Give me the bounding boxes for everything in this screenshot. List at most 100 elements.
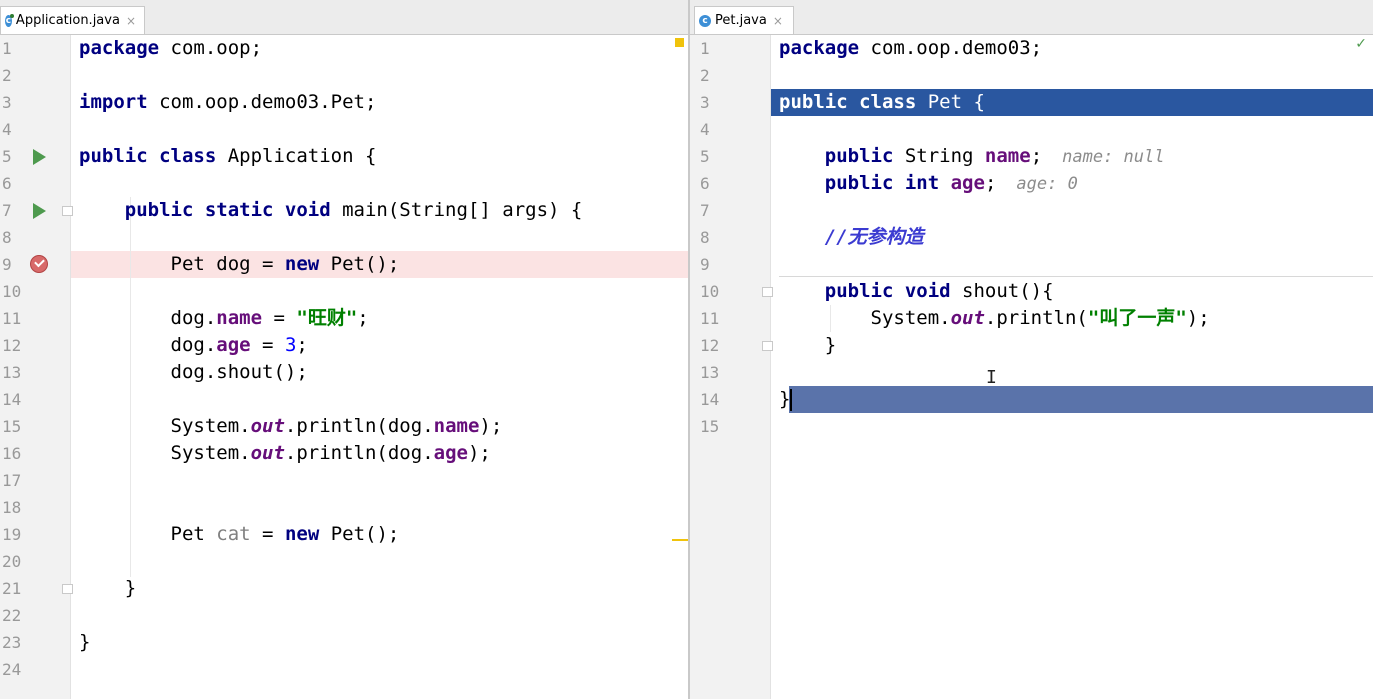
code-token: .println(dog.	[284, 415, 434, 437]
code-token: 3	[284, 334, 297, 356]
code-token: }	[79, 577, 137, 599]
fold-toggle-icon[interactable]	[762, 287, 773, 297]
selected-line-close-brace	[789, 386, 1373, 413]
code-line[interactable]: dog.shout();	[79, 359, 308, 386]
code-token: age	[216, 334, 251, 356]
line-number: 24	[2, 660, 22, 679]
line-number: 9	[700, 255, 710, 274]
code-token: age	[433, 442, 468, 464]
right-tab-bar: c Pet.java ×	[690, 0, 1373, 35]
code-line[interactable]: package com.oop;	[79, 35, 262, 62]
breakpoint-icon[interactable]	[30, 255, 48, 273]
line-number: 4	[2, 120, 12, 139]
code-token: =	[250, 334, 285, 356]
code-token: new	[284, 253, 320, 275]
line-number: 15	[700, 417, 720, 436]
left-tab-bar: c Application.java ×	[0, 0, 688, 35]
code-line[interactable]: System.out.println(dog.name);	[79, 413, 503, 440]
line-number: 5	[2, 147, 12, 166]
code-token: );	[479, 415, 503, 437]
line-number: 23	[2, 633, 22, 652]
close-icon[interactable]: ×	[773, 14, 783, 28]
fold-toggle-icon[interactable]	[762, 341, 773, 351]
code-token: out	[250, 442, 285, 464]
tab-pet-java[interactable]: c Pet.java ×	[694, 6, 794, 34]
line-number: 9	[2, 255, 12, 274]
line-number: 13	[700, 363, 720, 382]
run-main-icon[interactable]	[33, 203, 46, 219]
line-number: 3	[2, 93, 12, 112]
error-stripe-marker[interactable]	[672, 539, 688, 541]
line-number: 2	[700, 66, 710, 85]
right-lines: 1 2 3 4 5 6 7 8 9 10 11 12 13 14 15	[690, 35, 1373, 699]
code-line[interactable]: }	[79, 629, 90, 656]
code-line[interactable]: System.out.println(dog.age);	[79, 440, 491, 467]
line-number: 19	[2, 525, 22, 544]
line-number: 8	[2, 228, 12, 247]
line-number: 6	[2, 174, 12, 193]
code-line[interactable]: public class Application {	[79, 143, 376, 170]
code-token: Pet();	[319, 523, 400, 545]
line-number: 7	[2, 201, 12, 220]
line-number: 14	[2, 390, 22, 409]
code-token: dog.shout();	[79, 361, 308, 383]
line-number: 20	[2, 552, 22, 571]
line-number: 12	[2, 336, 22, 355]
line-number: 10	[700, 282, 720, 301]
code-token: public static void	[124, 199, 331, 221]
line-number: 11	[700, 309, 720, 328]
tab-application-java[interactable]: c Application.java ×	[0, 6, 145, 34]
line-number: 16	[2, 444, 22, 463]
code-token: new	[284, 523, 320, 545]
code-token: System.	[79, 415, 251, 437]
java-class-icon: c	[699, 14, 711, 27]
line-number: 21	[2, 579, 22, 598]
code-token: public class	[79, 145, 217, 167]
code-token: Pet	[79, 523, 217, 545]
code-line[interactable]: public static void main(String[] args) {	[79, 197, 583, 224]
close-icon[interactable]: ×	[126, 14, 136, 28]
line-number: 11	[2, 309, 22, 328]
warning-marker-icon[interactable]	[675, 38, 684, 47]
code-token: name	[433, 415, 480, 437]
code-token: System.	[79, 442, 251, 464]
line-number: 14	[700, 390, 720, 409]
code-token: dog.	[79, 307, 217, 329]
code-line[interactable]: Pet cat = new Pet();	[79, 521, 400, 548]
code-token: com.oop;	[159, 37, 263, 59]
code-token: import	[79, 91, 148, 113]
code-token: .println(dog.	[284, 442, 434, 464]
code-token: package	[79, 37, 160, 59]
java-class-icon: c	[5, 13, 14, 27]
line-number: 4	[700, 120, 710, 139]
indent-guide	[830, 305, 831, 332]
code-token: main(String[] args) {	[330, 199, 583, 221]
line-number: 3	[700, 93, 710, 112]
run-class-icon[interactable]	[33, 149, 46, 165]
code-token: dog.	[79, 334, 217, 356]
line-number: 10	[2, 282, 22, 301]
code-token: com.oop.demo03.Pet;	[147, 91, 377, 113]
code-token: =	[250, 523, 285, 545]
code-token: ;	[296, 334, 308, 356]
code-line[interactable]: dog.age = 3;	[79, 332, 308, 359]
line-number: 15	[2, 417, 22, 436]
line-number: 12	[700, 336, 720, 355]
mouse-ibeam-cursor: I	[986, 367, 997, 388]
fold-toggle-icon[interactable]	[62, 206, 73, 216]
code-token: }	[79, 631, 91, 653]
code-token: cat	[216, 523, 251, 545]
code-line[interactable]: }	[79, 575, 136, 602]
code-token: "旺财"	[296, 307, 358, 329]
code-token: =	[262, 307, 297, 329]
line-number: 17	[2, 471, 22, 490]
code-line[interactable]: Pet dog = new Pet();	[79, 251, 400, 278]
code-token: Application {	[216, 145, 377, 167]
fold-toggle-icon[interactable]	[62, 584, 73, 594]
line-number: 8	[700, 228, 710, 247]
code-line[interactable]: import com.oop.demo03.Pet;	[79, 89, 376, 116]
code-token: Pet();	[319, 253, 400, 275]
code-token: ;	[357, 307, 369, 329]
code-line[interactable]: dog.name = "旺财";	[79, 305, 369, 332]
tab-label: Pet.java	[715, 13, 767, 28]
